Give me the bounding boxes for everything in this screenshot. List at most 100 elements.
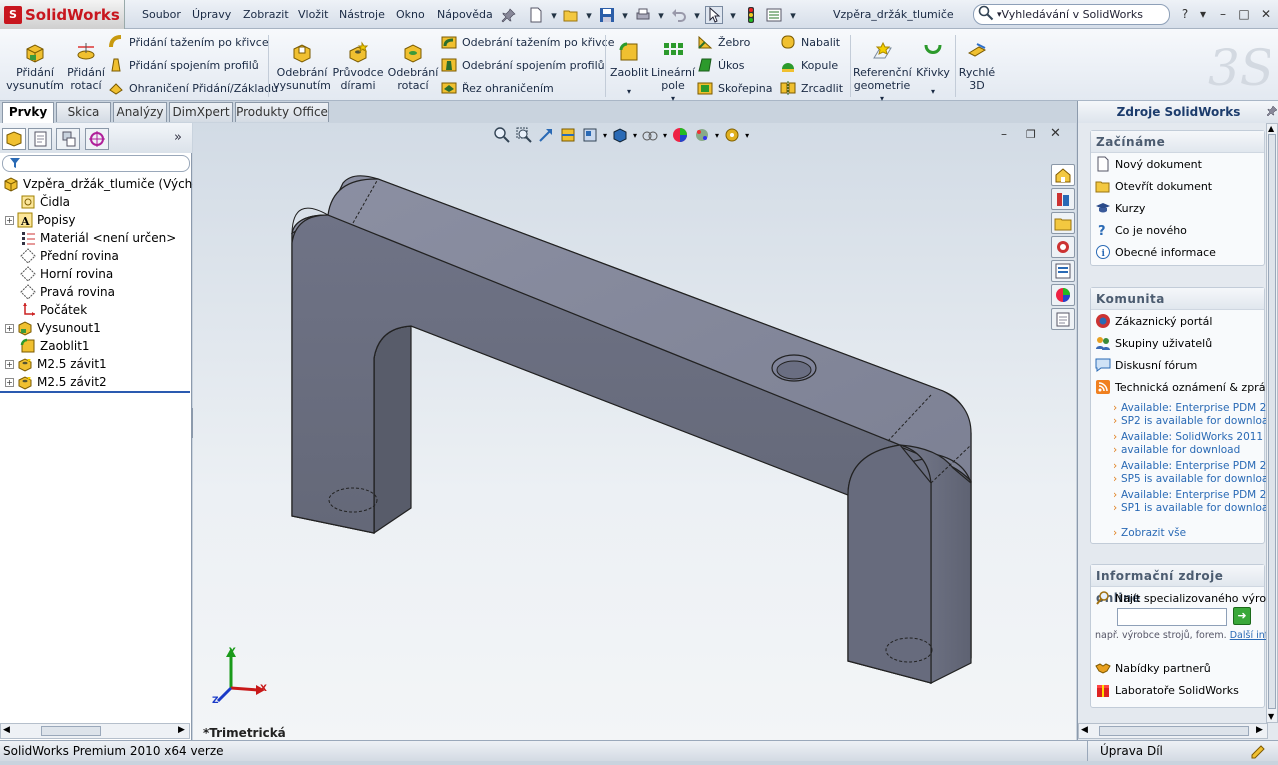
- undo-dropdown-icon[interactable]: ▾: [688, 6, 706, 24]
- news-item-line1[interactable]: Available: Enterprise PDM 201: [1091, 402, 1278, 415]
- help-dropdown-icon[interactable]: ▾: [1195, 6, 1211, 22]
- revolved-cut-button[interactable]: Odebrání rotací: [387, 33, 439, 95]
- wrap-button[interactable]: Nabalit: [780, 32, 850, 52]
- go-arrow-icon[interactable]: ➜: [1233, 607, 1251, 625]
- curves-button[interactable]: Křivky ▾: [912, 33, 954, 98]
- menu-nastroje[interactable]: Nástroje: [339, 0, 385, 29]
- feature-tree-tab-icon[interactable]: [2, 128, 26, 150]
- menu-soubor[interactable]: Soubor: [142, 0, 181, 29]
- tree-item-extrude1[interactable]: + Vysunout1: [5, 319, 101, 337]
- news-item[interactable]: Available: Enterprise PDM 201SP1 is avai…: [1091, 489, 1278, 515]
- dome-button[interactable]: Kopule: [780, 55, 850, 75]
- expand-icon[interactable]: +: [5, 359, 14, 369]
- extruded-cut-button[interactable]: Odebrání vysunutím: [273, 33, 331, 95]
- hole-wizard-button[interactable]: Průvodce dírami: [331, 33, 385, 95]
- solidworks-labs-link[interactable]: Laboratoře SolidWorks: [1091, 679, 1264, 701]
- solidworks-resources-tab-icon[interactable]: [1051, 164, 1075, 186]
- swept-boss-button[interactable]: Přidání tažením po křivce: [108, 32, 269, 52]
- news-item[interactable]: Available: SolidWorks 2011 SPavailable f…: [1091, 431, 1278, 457]
- tab-dimxpert[interactable]: DimXpert: [169, 102, 233, 122]
- minimize-icon[interactable]: –: [1215, 6, 1231, 22]
- show-all-link[interactable]: Zobrazit vše: [1091, 527, 1264, 540]
- menu-upravy[interactable]: Úpravy: [192, 0, 231, 29]
- select-arrow-icon[interactable]: [705, 6, 723, 24]
- user-groups-link[interactable]: Skupiny uživatelů: [1091, 332, 1264, 354]
- news-item[interactable]: Available: Enterprise PDM 201SP5 is avai…: [1091, 460, 1278, 486]
- news-item-line1[interactable]: Available: Enterprise PDM 201: [1091, 460, 1278, 473]
- help-icon[interactable]: ?: [1177, 6, 1193, 22]
- technical-alerts-link[interactable]: Technická oznámení & zprávy: [1091, 376, 1278, 398]
- whats-new-link[interactable]: ? Co je nového: [1091, 219, 1264, 241]
- news-item[interactable]: Available: Enterprise PDM 201SP2 is avai…: [1091, 402, 1278, 428]
- print-icon[interactable]: [634, 6, 652, 24]
- maximize-icon[interactable]: □: [1236, 6, 1252, 22]
- options-icon[interactable]: [765, 6, 783, 24]
- tutorials-link[interactable]: Kurzy: [1091, 197, 1264, 219]
- expand-icon[interactable]: +: [5, 377, 14, 387]
- rib-button[interactable]: Žebro: [697, 32, 777, 52]
- linear-pattern-button[interactable]: Lineární pole ▾: [650, 33, 696, 103]
- tree-item-cidla[interactable]: Čidla: [8, 193, 70, 211]
- search-icon[interactable]: [978, 5, 994, 24]
- menu-zobrazit[interactable]: Zobrazit: [243, 0, 289, 29]
- view-palette-tab-icon[interactable]: [1051, 260, 1075, 282]
- app-logo[interactable]: S SolidWorks: [0, 0, 125, 29]
- scroll-thumb[interactable]: [1099, 726, 1249, 736]
- expand-panel-icon[interactable]: »: [174, 130, 182, 145]
- save-icon[interactable]: [598, 6, 616, 24]
- news-item-line2[interactable]: available for download: [1091, 444, 1264, 457]
- design-library-tab-icon[interactable]: [1051, 188, 1075, 210]
- overview-link[interactable]: i Obecné informace: [1091, 241, 1264, 263]
- task-pane-vscrollbar[interactable]: ▲ ▼: [1266, 123, 1278, 723]
- task-pane-pin-icon[interactable]: [1266, 105, 1278, 120]
- menu-vlozit[interactable]: Vložit: [298, 0, 328, 29]
- scroll-left-icon[interactable]: ◀: [3, 725, 10, 735]
- rollback-bar[interactable]: [0, 391, 190, 393]
- search-results-tab-icon[interactable]: [1051, 236, 1075, 258]
- close-icon[interactable]: ✕: [1258, 6, 1274, 22]
- search-box[interactable]: ▾ Vyhledávání v SolidWorks: [973, 4, 1170, 25]
- draft-button[interactable]: Úkos: [697, 55, 777, 75]
- fillet-button[interactable]: Zaoblit ▾: [610, 33, 648, 96]
- save-dropdown-icon[interactable]: ▾: [616, 6, 634, 24]
- tab-evaluate[interactable]: Analýzy: [113, 102, 167, 122]
- tab-sketch[interactable]: Skica: [56, 102, 111, 122]
- news-item-line2[interactable]: SP5 is available for download: [1091, 473, 1275, 486]
- pin-icon[interactable]: [500, 6, 518, 24]
- new-document-link[interactable]: Nový dokument: [1091, 153, 1264, 175]
- partner-offers-link[interactable]: Nabídky partnerů: [1091, 657, 1264, 679]
- menu-okno[interactable]: Okno: [396, 0, 425, 29]
- news-item-line1[interactable]: Available: Enterprise PDM 201: [1091, 489, 1278, 502]
- appearances-tab-icon[interactable]: [1051, 284, 1075, 306]
- open-dropdown-icon[interactable]: ▾: [580, 6, 598, 24]
- task-pane-hscrollbar[interactable]: ◀ ▶: [1078, 723, 1268, 739]
- news-item-line1[interactable]: Available: SolidWorks 2011 SP: [1091, 431, 1278, 444]
- horizontal-scrollbar[interactable]: ◀ ▶: [0, 723, 190, 739]
- scroll-left-icon[interactable]: ◀: [1081, 725, 1088, 735]
- tab-office-products[interactable]: Produkty Office: [235, 102, 329, 122]
- tree-item-popisy[interactable]: + A Popisy: [5, 211, 75, 229]
- tree-item-thread1[interactable]: + M2.5 závit1: [5, 355, 107, 373]
- expand-icon[interactable]: +: [5, 215, 14, 225]
- tree-root[interactable]: Vzpěra_držák_tlumiče (Výchozí<: [3, 175, 219, 193]
- tree-filter[interactable]: [2, 155, 190, 172]
- tree-item-material[interactable]: Materiál <není určen>: [8, 229, 176, 247]
- configuration-manager-tab-icon[interactable]: [56, 128, 80, 150]
- lofted-boss-button[interactable]: Přidání spojením profilů: [108, 55, 268, 75]
- news-item-line2[interactable]: SP1 is available for download: [1091, 502, 1275, 515]
- expand-icon[interactable]: +: [5, 323, 14, 333]
- instant3d-button[interactable]: Rychlé 3D: [956, 33, 998, 95]
- rebuild-status-icon[interactable]: [1250, 743, 1266, 765]
- curves-dropdown-icon[interactable]: ▾: [912, 85, 954, 98]
- tree-item-top-plane[interactable]: Horní rovina: [8, 265, 113, 283]
- customer-portal-link[interactable]: Zákaznický portál: [1091, 310, 1264, 332]
- lofted-cut-button[interactable]: Odebrání spojením profilů: [441, 55, 605, 75]
- swept-cut-button[interactable]: Odebrání tažením po křivce: [441, 32, 615, 52]
- custom-properties-tab-icon[interactable]: [1051, 308, 1075, 330]
- tree-item-front-plane[interactable]: Přední rovina: [8, 247, 119, 265]
- mirror-button[interactable]: Zrcadlit: [780, 78, 850, 98]
- tree-item-right-plane[interactable]: Pravá rovina: [8, 283, 115, 301]
- search-input[interactable]: Vyhledávání v SolidWorks: [1002, 8, 1143, 21]
- tree-item-origin[interactable]: Počátek: [8, 301, 87, 319]
- news-item-line2[interactable]: SP2 is available for download: [1091, 415, 1275, 428]
